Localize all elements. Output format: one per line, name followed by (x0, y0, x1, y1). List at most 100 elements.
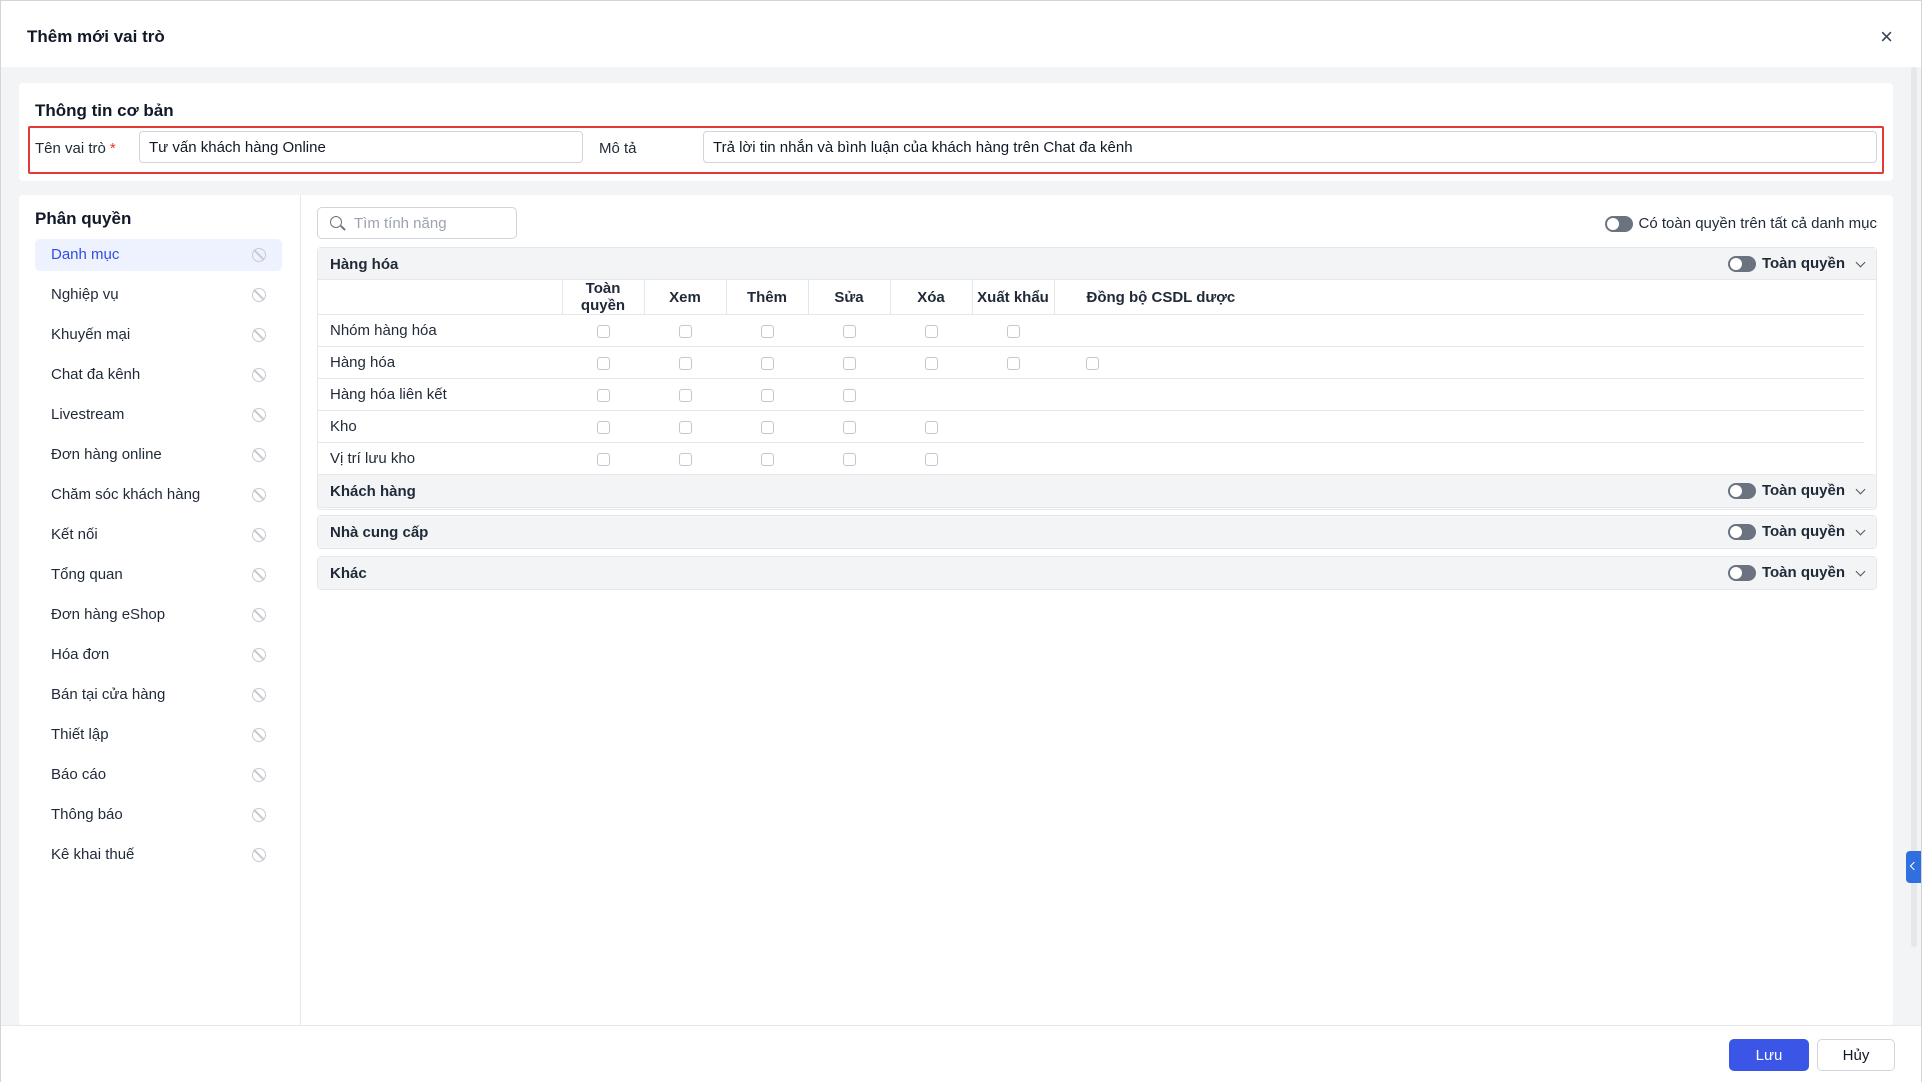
sidebar-item[interactable]: Chat đa kênh (35, 359, 282, 391)
permission-checkbox[interactable] (842, 420, 856, 434)
sidebar-item[interactable]: Đơn hàng online (35, 439, 282, 471)
sidebar-item[interactable]: Bán tại cửa hàng (35, 679, 282, 711)
table-cell (644, 378, 726, 411)
permission-checkbox[interactable] (760, 356, 774, 370)
sidebar-item[interactable]: Chăm sóc khách hàng (35, 479, 282, 511)
global-full-toggle[interactable] (1604, 215, 1633, 232)
sidebar-item-label: Thông báo (51, 806, 123, 823)
permission-checkbox[interactable] (678, 324, 692, 338)
group-full-toggle[interactable] (1727, 482, 1756, 499)
permission-checkbox[interactable] (760, 420, 774, 434)
no-permission-icon (252, 608, 266, 622)
save-button[interactable]: Lưu (1729, 1039, 1809, 1071)
group-full-label: Toàn quyền (1761, 482, 1845, 499)
group-header[interactable]: Khách hàng Toàn quyền (318, 475, 1876, 507)
role-name-input[interactable] (139, 131, 583, 163)
group-header[interactable]: Khác Toàn quyền (318, 557, 1876, 589)
permission-checkbox[interactable] (760, 452, 774, 466)
sidebar-item[interactable]: Báo cáo (35, 759, 282, 791)
chevron-down-icon[interactable] (1855, 484, 1866, 494)
table-cell (972, 410, 1054, 443)
sidebar-item[interactable]: Livestream (35, 399, 282, 431)
sidebar-item[interactable]: Kết nối (35, 519, 282, 551)
sidebar-item[interactable]: Hóa đơn (35, 639, 282, 671)
sidebar-item-label: Đơn hàng eShop (51, 606, 166, 623)
group-full-toggle[interactable] (1727, 255, 1756, 272)
dialog-footer: Lưu Hủy (1, 1025, 1921, 1082)
table-header-cell (318, 280, 563, 315)
feature-search[interactable] (317, 207, 517, 239)
permission-checkbox[interactable] (924, 356, 938, 370)
no-permission-icon (252, 768, 266, 782)
description-input[interactable] (703, 131, 1877, 163)
group-header[interactable]: Hàng hóa Toàn quyền (318, 248, 1876, 280)
permission-checkbox[interactable] (924, 420, 938, 434)
permission-checkbox[interactable] (760, 324, 774, 338)
sidebar-item[interactable]: Tổng quan (35, 559, 282, 591)
no-permission-icon (252, 728, 266, 742)
permission-checkbox[interactable] (678, 388, 692, 402)
table-header-cell: Toàn quyền (562, 280, 645, 315)
no-permission-icon (252, 848, 266, 862)
cancel-button[interactable]: Hủy (1817, 1039, 1895, 1071)
group-full-toggle[interactable] (1727, 523, 1756, 540)
table-cell (644, 346, 726, 379)
permission-group: Hàng hóa Toàn quyền Toàn quyền Xem Thêm Sửa Xó… (317, 247, 1877, 510)
search-input[interactable] (354, 212, 510, 234)
chevron-down-icon[interactable] (1855, 566, 1866, 576)
table-header-cell: Thêm (726, 280, 809, 315)
scrollbar[interactable] (1911, 67, 1917, 947)
chevron-down-icon[interactable] (1855, 257, 1866, 267)
table-cell (972, 314, 1054, 347)
permission-checkbox[interactable] (1006, 356, 1020, 370)
collapse-panel-icon[interactable] (1906, 851, 1921, 883)
table-cell (562, 442, 644, 475)
group-header[interactable]: Nhà cung cấp Toàn quyền (318, 516, 1876, 548)
permission-checkbox[interactable] (924, 324, 938, 338)
sidebar-item[interactable]: Nghiệp vụ (35, 279, 282, 311)
no-permission-icon (252, 408, 266, 422)
sidebar-item-label: Hóa đơn (51, 646, 110, 663)
permission-checkbox[interactable] (842, 452, 856, 466)
sidebar-item[interactable]: Danh mục (35, 239, 282, 271)
no-permission-icon (252, 648, 266, 662)
permission-checkbox[interactable] (596, 388, 610, 402)
permission-checkbox[interactable] (842, 388, 856, 402)
permission-checkbox[interactable] (678, 452, 692, 466)
permission-checkbox[interactable] (596, 356, 610, 370)
permission-checkbox[interactable] (924, 452, 938, 466)
permission-checkbox[interactable] (596, 452, 610, 466)
group-full-toggle[interactable] (1727, 564, 1756, 581)
permission-checkbox[interactable] (596, 324, 610, 338)
table-cell (726, 314, 808, 347)
permission-checkbox[interactable] (760, 388, 774, 402)
permission-checkbox[interactable] (842, 356, 856, 370)
table-row: Nhóm hàng hóa (318, 314, 1864, 347)
sidebar-item[interactable]: Thiết lập (35, 719, 282, 751)
table-cell (726, 346, 808, 379)
sidebar-item-label: Kê khai thuế (51, 846, 135, 863)
required-mark: * (109, 140, 116, 157)
sidebar-item[interactable]: Kê khai thuế (35, 839, 282, 871)
permission-sidebar: Phân quyền Danh mục Nghiệp vụ Khuyến mại Ch… (19, 195, 301, 1025)
chevron-down-icon[interactable] (1855, 525, 1866, 535)
sidebar-item[interactable]: Khuyến mại (35, 319, 282, 351)
group-tools: Toàn quyền (1727, 482, 1868, 499)
row-name: Vị trí lưu kho (318, 442, 562, 475)
row-name: Hàng hóa liên kết (318, 378, 562, 411)
permission-checkbox[interactable] (1086, 356, 1099, 370)
group-title: Hàng hóa (330, 256, 399, 273)
permission-checkbox[interactable] (842, 324, 856, 338)
sidebar-item-label: Livestream (51, 406, 125, 423)
close-icon[interactable]: × (1880, 25, 1893, 49)
sidebar-item-label: Chăm sóc khách hàng (51, 486, 201, 503)
permission-checkbox[interactable] (596, 420, 610, 434)
table-row: Kho (318, 410, 1864, 443)
permission-checkbox[interactable] (678, 420, 692, 434)
permission-checkbox[interactable] (678, 356, 692, 370)
group-tools: Toàn quyền (1727, 523, 1868, 540)
permission-checkbox[interactable] (1006, 324, 1020, 338)
sidebar-item-label: Báo cáo (51, 766, 107, 783)
sidebar-item[interactable]: Thông báo (35, 799, 282, 831)
sidebar-item[interactable]: Đơn hàng eShop (35, 599, 282, 631)
